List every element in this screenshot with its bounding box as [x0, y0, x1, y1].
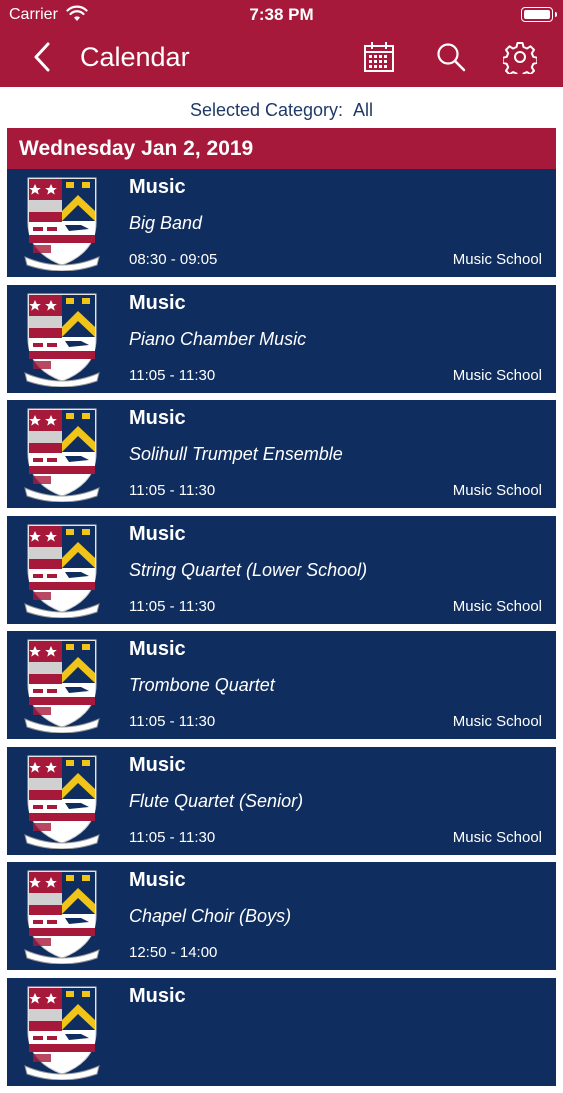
category-filter[interactable]: Selected Category: All: [0, 100, 563, 121]
event-category: Music: [129, 984, 186, 1007]
event-location: Music School: [452, 251, 542, 268]
event-row[interactable]: Music Chapel Choir (Boys) 12:50 - 14:00: [7, 862, 556, 970]
event-time: 12:50 - 14:00: [129, 944, 218, 961]
event-category: Music: [129, 522, 186, 545]
event-list: Music Big Band 08:30 - 09:05 Music Schoo…: [7, 169, 556, 1093]
school-crest-icon: [24, 986, 100, 1080]
event-time: 11:05 - 11:30: [129, 482, 216, 499]
event-category: Music: [129, 407, 186, 429]
event-category: Music: [129, 753, 186, 776]
event-location: Music School: [452, 597, 542, 615]
event-row[interactable]: Music Piano Chamber Music 11:05 - 11:30 …: [7, 284, 556, 393]
event-location: Music School: [452, 828, 542, 846]
event-name: Trombone Quartet: [129, 675, 275, 695]
back-chevron-icon[interactable]: [28, 40, 58, 74]
event-name: String Quartet (Lower School): [129, 559, 368, 580]
event-row[interactable]: Music Flute Quartet (Senior) 11:05 - 11:…: [7, 746, 556, 855]
page-title: Calendar: [80, 42, 190, 72]
nav-header: Carrier 7:38 PM Calendar: [0, 0, 563, 87]
battery-icon: [521, 7, 557, 22]
event-time: 11:05 - 11:30: [129, 713, 216, 730]
category-filter-label: Selected Category:: [189, 100, 344, 120]
event-row[interactable]: Music String Quartet (Lower School) 11:0…: [7, 515, 556, 624]
category-filter-value: All: [353, 100, 374, 120]
event-category: Music: [129, 638, 186, 660]
status-bar: Carrier 7:38 PM: [0, 0, 563, 30]
event-time: 11:05 - 11:30: [129, 597, 216, 615]
event-row[interactable]: Music Trombone Quartet 11:05 - 11:30 Mus…: [7, 631, 556, 739]
event-row[interactable]: Music: [7, 977, 556, 1086]
event-time: 11:05 - 11:30: [129, 366, 216, 384]
event-location: Music School: [452, 482, 542, 499]
event-time: 11:05 - 11:30: [129, 828, 216, 846]
school-crest-icon: [24, 408, 100, 502]
event-row[interactable]: Music Solihull Trumpet Ensemble 11:05 - …: [7, 400, 556, 508]
school-crest-icon: [24, 639, 100, 733]
event-name: Big Band: [129, 213, 203, 233]
event-name: Flute Quartet (Senior): [129, 790, 304, 811]
school-crest-icon: [24, 524, 100, 618]
school-crest-icon: [24, 177, 100, 271]
event-location: Music School: [452, 366, 542, 384]
event-name: Solihull Trumpet Ensemble: [129, 444, 343, 464]
calendar-icon[interactable]: [362, 40, 396, 74]
gear-icon[interactable]: [503, 40, 537, 74]
event-name: Chapel Choir (Boys): [129, 906, 292, 926]
event-category: Music: [129, 869, 186, 891]
school-crest-icon: [24, 293, 100, 387]
date-heading: Wednesday Jan 2, 2019: [7, 128, 556, 169]
status-time: 7:38 PM: [249, 5, 314, 24]
search-icon[interactable]: [434, 40, 468, 74]
event-time: 08:30 - 09:05: [129, 251, 218, 268]
school-crest-icon: [24, 870, 100, 964]
school-crest-icon: [24, 755, 100, 849]
event-category: Music: [129, 291, 186, 314]
event-name: Piano Chamber Music: [129, 328, 307, 349]
event-category: Music: [129, 176, 186, 198]
event-location: Music School: [452, 713, 542, 730]
event-row[interactable]: Music Big Band 08:30 - 09:05 Music Schoo…: [7, 169, 556, 277]
